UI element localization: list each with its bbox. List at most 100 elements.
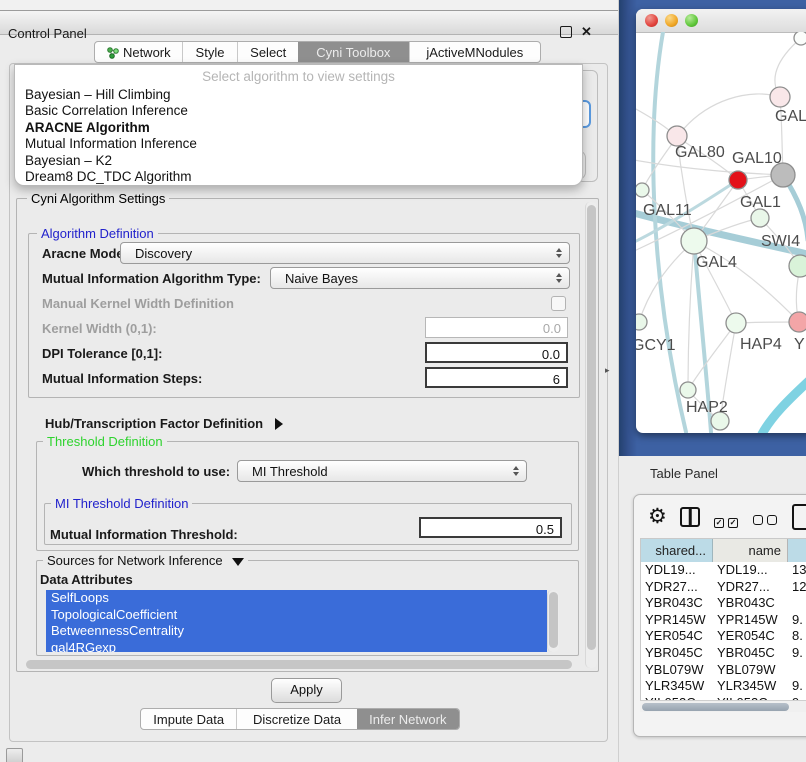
table-cell: YER054C [641,628,717,643]
tab-discretize-data[interactable]: Discretize Data [236,709,356,729]
network-node-gal4[interactable] [681,228,707,254]
float-window-icon[interactable] [560,26,572,38]
data-attribute-selfloops[interactable]: SelfLoops [46,590,547,607]
table-cell: YPR145W [641,612,717,627]
network-node-y[interactable] [789,312,806,332]
column-header-name[interactable]: name [713,539,788,562]
mi-type-combo[interactable]: Naive Bayes [270,267,570,289]
network-node-gcy1[interactable] [636,314,647,330]
sources-title[interactable]: Sources for Network Inference [43,553,248,568]
tab-label: jActiveMNodules [426,45,523,60]
column-header-shared[interactable]: shared... [641,539,713,562]
tab-impute-data[interactable]: Impute Data [141,709,236,729]
data-attribute-topologicalcoefficient[interactable]: TopologicalCoefficient [46,607,547,624]
tab-style[interactable]: Style [182,42,238,62]
table-row[interactable]: YDR27...YDR27...12 [641,579,806,596]
threshold-definition-title: Threshold Definition [43,434,167,449]
close-traffic-light-icon[interactable] [645,14,658,27]
network-edge[interactable] [688,241,694,390]
settings-hscroll-thumb[interactable] [26,660,572,669]
table-row[interactable]: YLR345WYLR345W9. [641,678,806,695]
mi-threshold-definition-title: MI Threshold Definition [51,496,192,511]
algorithm-option-bayesian-hill-climbing[interactable]: Bayesian – Hill Climbing [25,87,572,103]
tab-select[interactable]: Select [237,42,298,62]
mi-steps-input[interactable]: 6 [425,367,568,388]
tab-network[interactable]: Network [95,42,182,62]
minimize-traffic-light-icon[interactable] [665,14,678,27]
mi-type-value: Naive Bayes [285,271,358,286]
network-edge[interactable] [653,32,686,432]
network-node[interactable] [794,32,806,45]
table-cell: YDL19... [713,562,792,577]
network-node-gal1[interactable] [751,209,769,227]
network-node-gal10[interactable] [729,171,747,189]
table-hscroll-thumb[interactable] [642,703,789,711]
page-icon[interactable] [792,504,806,530]
dpi-tolerance-input[interactable]: 0.0 [425,342,568,363]
network-node-swi4[interactable] [789,255,806,277]
network-edge[interactable] [688,323,736,390]
tab-cyni-toolbox[interactable]: Cyni Toolbox [298,42,409,62]
mi-threshold-input[interactable]: 0.5 [419,517,562,538]
manual-kernel-label: Manual Kernel Width Definition [42,296,234,311]
tab-infer-network[interactable]: Infer Network [357,709,459,729]
table-hscrollbar[interactable] [640,700,806,712]
algorithm-option-mutual-information-inference[interactable]: Mutual Information Inference [25,136,572,152]
which-threshold-combo[interactable]: MI Threshold [237,460,527,482]
data-attribute-betweennesscentrality[interactable]: BetweennessCentrality [46,623,547,640]
settings-vertical-scrollbar[interactable] [585,202,597,668]
table-cell: 9. [788,678,806,693]
network-window-titlebar[interactable] [636,9,806,33]
collapsed-arrow-icon [275,418,283,430]
table-cell: YPR145W [713,612,792,627]
column-layout-icon[interactable] [680,507,700,527]
window-top-strip [0,0,618,11]
table-cell: 12 [788,579,806,594]
dpi-tolerance-value: 0.0 [542,347,560,362]
network-edge[interactable] [639,241,694,322]
table-row[interactable]: YBR045CYBR045C9. [641,645,806,662]
data-attributes-list[interactable]: SelfLoopsTopologicalCoefficientBetweenne… [46,590,547,652]
network-edge[interactable] [677,94,780,137]
table-row[interactable]: YBL079WYBL079W [641,662,806,679]
attributes-vscroll-thumb[interactable] [549,592,558,648]
network-node-hap4[interactable] [726,313,746,333]
minimized-panel-icon[interactable] [6,748,23,762]
hub-definition-toggle[interactable]: Hub/Transcription Factor Definition [45,416,283,431]
network-node-gal[interactable] [770,87,790,107]
settings-gear-icon[interactable]: ⚙ [648,506,667,527]
node-table[interactable]: shared...nameA YDL19...YDL19...13YDR27..… [640,538,806,702]
network-node-gal80[interactable] [667,126,687,146]
zoom-traffic-light-icon[interactable] [685,14,698,27]
algorithm-option-dream8-dc-tdc-algorithm[interactable]: Dream8 DC_TDC Algorithm [25,169,572,185]
algorithm-dropdown-popup: Select algorithm to view settings Bayesi… [14,64,583,186]
control-panel-titlebar[interactable]: Control Panel ✕ [0,11,618,35]
settings-vscroll-thumb[interactable] [587,205,596,650]
deselect-all-checkboxes-icon[interactable] [753,512,777,530]
network-view-window[interactable]: GALGAL80GAL10GAL11GAL1GAL4SWI4GCY1HAP4YH… [636,9,806,433]
algorithm-option-bayesian-k2[interactable]: Bayesian – K2 [25,153,572,169]
table-row[interactable]: YBR043CYBR043C [641,595,806,612]
network-node-hap2[interactable] [680,382,696,398]
table-cell: YDL19... [641,562,717,577]
network-node-gal11[interactable] [636,183,649,197]
network-canvas[interactable]: GALGAL80GAL10GAL11GAL1GAL4SWI4GCY1HAP4YH… [636,32,806,433]
tab-jactivemnodules[interactable]: jActiveMNodules [409,42,540,62]
network-edge[interactable] [762,378,806,433]
table-row[interactable]: YPR145WYPR145W9. [641,612,806,629]
kernel-width-input[interactable]: 0.0 [425,317,568,338]
apply-button[interactable]: Apply [271,678,342,703]
column-header-a[interactable]: A [788,539,806,562]
aracne-mode-combo[interactable]: Discovery [120,242,570,264]
algorithm-option-aracne-algorithm[interactable]: ARACNE Algorithm [25,120,572,136]
close-icon[interactable]: ✕ [581,24,592,40]
which-threshold-value: MI Threshold [252,464,328,479]
select-all-checkboxes-icon[interactable]: ✓✓ [714,512,738,530]
table-cell: 9. [788,645,806,660]
table-row[interactable]: YDL19...YDL19...13 [641,562,806,579]
data-attribute-gal4rgexp[interactable]: gal4RGexp [46,640,547,653]
manual-kernel-checkbox[interactable] [551,296,566,311]
attributes-vscrollbar[interactable] [547,590,559,652]
algorithm-option-basic-correlation-inference[interactable]: Basic Correlation Inference [25,103,572,119]
table-row[interactable]: YER054CYER054C8. [641,628,806,645]
